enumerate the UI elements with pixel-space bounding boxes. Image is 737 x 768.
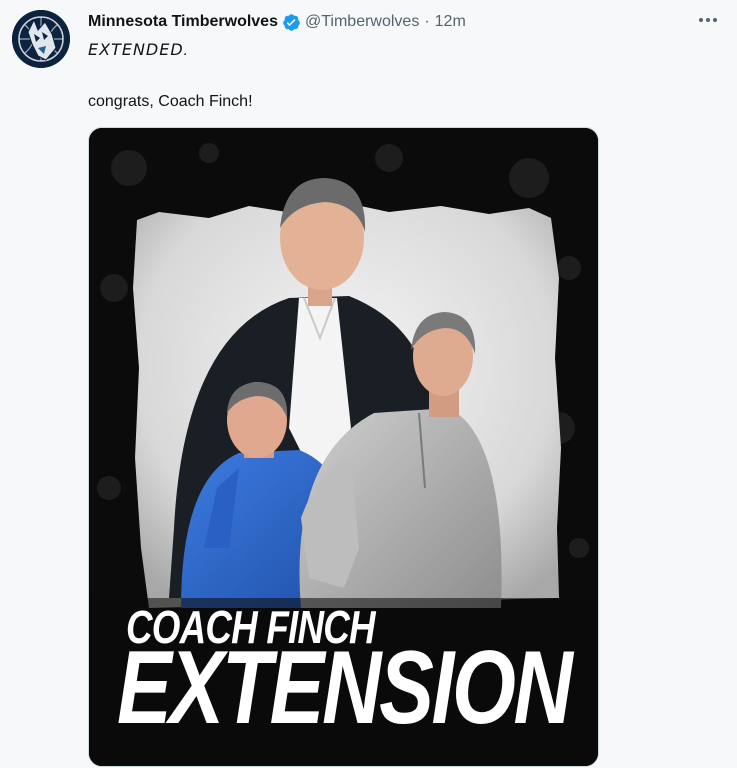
tweet-header: Minnesota Timberwolves @Timberwolves · 1… <box>88 11 466 33</box>
verified-badge-icon <box>282 13 301 32</box>
tweet-text-line-2: congrats, Coach Finch! <box>88 93 253 110</box>
display-name[interactable]: Minnesota Timberwolves <box>88 13 278 31</box>
separator-dot: · <box>424 13 430 30</box>
tweet[interactable]: Minnesota Timberwolves @Timberwolves · 1… <box>0 0 737 768</box>
tweet-media-image[interactable]: COACH FINCH EXTENSION <box>88 127 599 767</box>
more-horizontal-icon <box>699 18 717 22</box>
timberwolves-logo-icon <box>12 10 70 68</box>
media-headline-line-2: EXTENSION <box>117 630 573 746</box>
user-handle[interactable]: @Timberwolves <box>305 13 419 31</box>
tweet-text-line-1: 𝘌𝘟𝘛𝘌𝘕𝘋𝘌𝘋. <box>88 42 190 59</box>
tweet-timestamp[interactable]: 12m <box>435 13 466 31</box>
more-options-button[interactable] <box>696 10 720 30</box>
profile-avatar[interactable] <box>12 10 70 68</box>
